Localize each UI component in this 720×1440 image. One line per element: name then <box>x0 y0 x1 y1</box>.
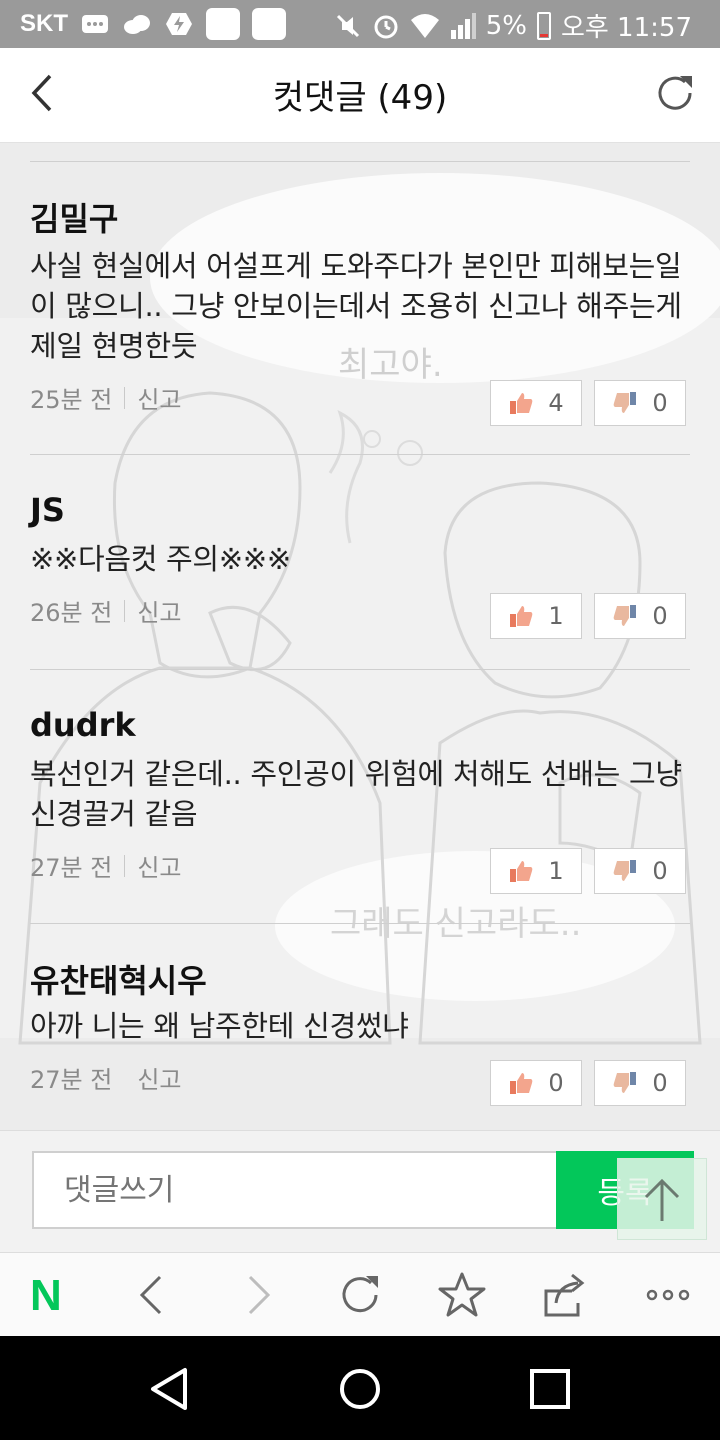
like-count: 4 <box>548 389 564 417</box>
signal-icon <box>450 12 476 39</box>
comment-time: 27분 전 <box>30 1066 113 1094</box>
browser-refresh-icon[interactable] <box>334 1269 386 1321</box>
report-link[interactable]: 신고 <box>137 848 181 883</box>
comment-body: 사실 현실에서 어설프게 도와주다가 본인만 피해보는일이 많으니.. 그냥 안… <box>30 249 682 363</box>
message-icon <box>82 15 108 33</box>
carrier-label: SKT <box>20 10 68 37</box>
browser-toolbar: N <box>0 1252 720 1337</box>
comment-body: 아까 니는 왜 남주한테 신경썼냐 <box>30 1009 409 1043</box>
comment-author: 유찬태혁시우 <box>30 962 207 1000</box>
like-button[interactable]: 0 <box>490 1060 582 1106</box>
thumbs-down-icon <box>614 1072 637 1093</box>
share-icon[interactable] <box>538 1269 590 1321</box>
like-button[interactable]: 1 <box>490 848 582 894</box>
divider <box>124 386 126 409</box>
page-header: 컷댓글 (49) <box>0 48 720 143</box>
nav-back-icon[interactable] <box>145 1364 195 1414</box>
naver-home-button[interactable]: N <box>30 1271 62 1321</box>
thumbs-up-icon <box>510 1073 533 1094</box>
page-title: 컷댓글 (49) <box>0 70 720 119</box>
comment-time: 27분 전 <box>30 854 113 882</box>
thumbs-up-icon <box>510 861 533 882</box>
bookmark-star-icon[interactable] <box>436 1269 488 1321</box>
comment-item: 김밀구 사실 현실에서 어설프게 도와주다가 본인만 피해보는일이 많으니.. … <box>30 161 690 454</box>
refresh-icon[interactable] <box>652 70 698 116</box>
comment-item: 유찬태혁시우 아까 니는 왜 남주한테 신경썼냐 27분 전 신고 0 0 <box>30 923 690 1130</box>
mute-icon <box>336 14 359 37</box>
dislike-count: 0 <box>652 1069 668 1097</box>
power-saving-icon <box>166 13 192 35</box>
like-count: 1 <box>548 857 564 885</box>
browser-forward-icon[interactable] <box>232 1269 284 1321</box>
comment-meta: 26분 전 신고 <box>30 593 182 628</box>
status-right: 5% 오후 11:57 <box>334 7 692 44</box>
thumbs-down-icon <box>614 392 637 413</box>
comment-meta: 27분 전 신고 <box>30 848 182 883</box>
alarm-icon <box>374 15 398 38</box>
thumbs-down-icon <box>614 605 637 626</box>
comment-author: dudrk <box>30 706 136 744</box>
report-link[interactable]: 신고 <box>137 380 181 415</box>
thumbs-up-icon <box>510 606 533 627</box>
like-button[interactable]: 1 <box>490 593 582 639</box>
battery-percent: 5% <box>485 10 527 41</box>
dislike-count: 0 <box>652 602 668 630</box>
dislike-count: 0 <box>652 389 668 417</box>
system-navigation-bar <box>0 1336 720 1440</box>
comment-count: (49) <box>377 78 448 118</box>
comment-body: ※※다음컷 주의※※※ <box>30 542 291 576</box>
like-count: 0 <box>548 1069 564 1097</box>
divider <box>124 1067 125 1089</box>
comment-time: 25분 전 <box>30 386 113 414</box>
wifi-icon <box>410 13 439 38</box>
notification-icon <box>206 8 240 40</box>
comment-meta: 25분 전 신고 <box>30 380 182 415</box>
divider <box>124 599 126 622</box>
cloud-icon <box>124 15 150 34</box>
dislike-count: 0 <box>652 857 668 885</box>
more-icon[interactable] <box>642 1269 694 1321</box>
report-link[interactable]: 신고 <box>137 593 181 628</box>
notification-icon <box>252 8 286 40</box>
like-button[interactable]: 4 <box>490 380 582 426</box>
dislike-button[interactable]: 0 <box>594 380 686 426</box>
comment-item: JS ※※다음컷 주의※※※ 26분 전 신고 1 0 <box>30 454 690 669</box>
comment-item: dudrk 복선인거 같은데.. 주인공이 위험에 처해도 선배는 그냥 신경끌… <box>30 669 690 923</box>
comment-body: 복선인거 같은데.. 주인공이 위험에 처해도 선배는 그냥 신경끌거 같음 <box>30 757 682 831</box>
scroll-to-top-button[interactable] <box>617 1158 707 1240</box>
nav-recents-icon[interactable] <box>525 1364 575 1414</box>
report-link[interactable]: 신고 <box>137 1060 181 1095</box>
browser-back-icon[interactable] <box>126 1269 178 1321</box>
status-bar: SKT 5% 오후 11:57 <box>0 0 720 48</box>
comment-list[interactable]: 최고야. 그래도 신고라도.. 김밀구 사실 현실에서 어설프게 도와주다가 본… <box>0 143 720 1130</box>
like-count: 1 <box>548 602 564 630</box>
comment-input[interactable] <box>32 1151 558 1229</box>
clock: 오후 11:57 <box>560 13 692 43</box>
comment-input-bar: 등록 <box>0 1130 720 1253</box>
dislike-button[interactable]: 0 <box>594 593 686 639</box>
battery-icon <box>536 11 551 40</box>
status-left: SKT <box>20 8 286 40</box>
dislike-button[interactable]: 0 <box>594 848 686 894</box>
page-title-text: 컷댓글 <box>272 78 367 118</box>
thumbs-down-icon <box>614 860 637 881</box>
comment-author: 김밀구 <box>30 200 119 238</box>
comment-time: 26분 전 <box>30 599 113 627</box>
dislike-button[interactable]: 0 <box>594 1060 686 1106</box>
thumbs-up-icon <box>510 393 533 414</box>
arrow-up-icon <box>644 1178 680 1221</box>
comment-meta: 27분 전 신고 <box>30 1060 182 1095</box>
divider <box>124 854 126 877</box>
nav-home-icon[interactable] <box>335 1364 385 1414</box>
comment-author: JS <box>30 491 65 529</box>
